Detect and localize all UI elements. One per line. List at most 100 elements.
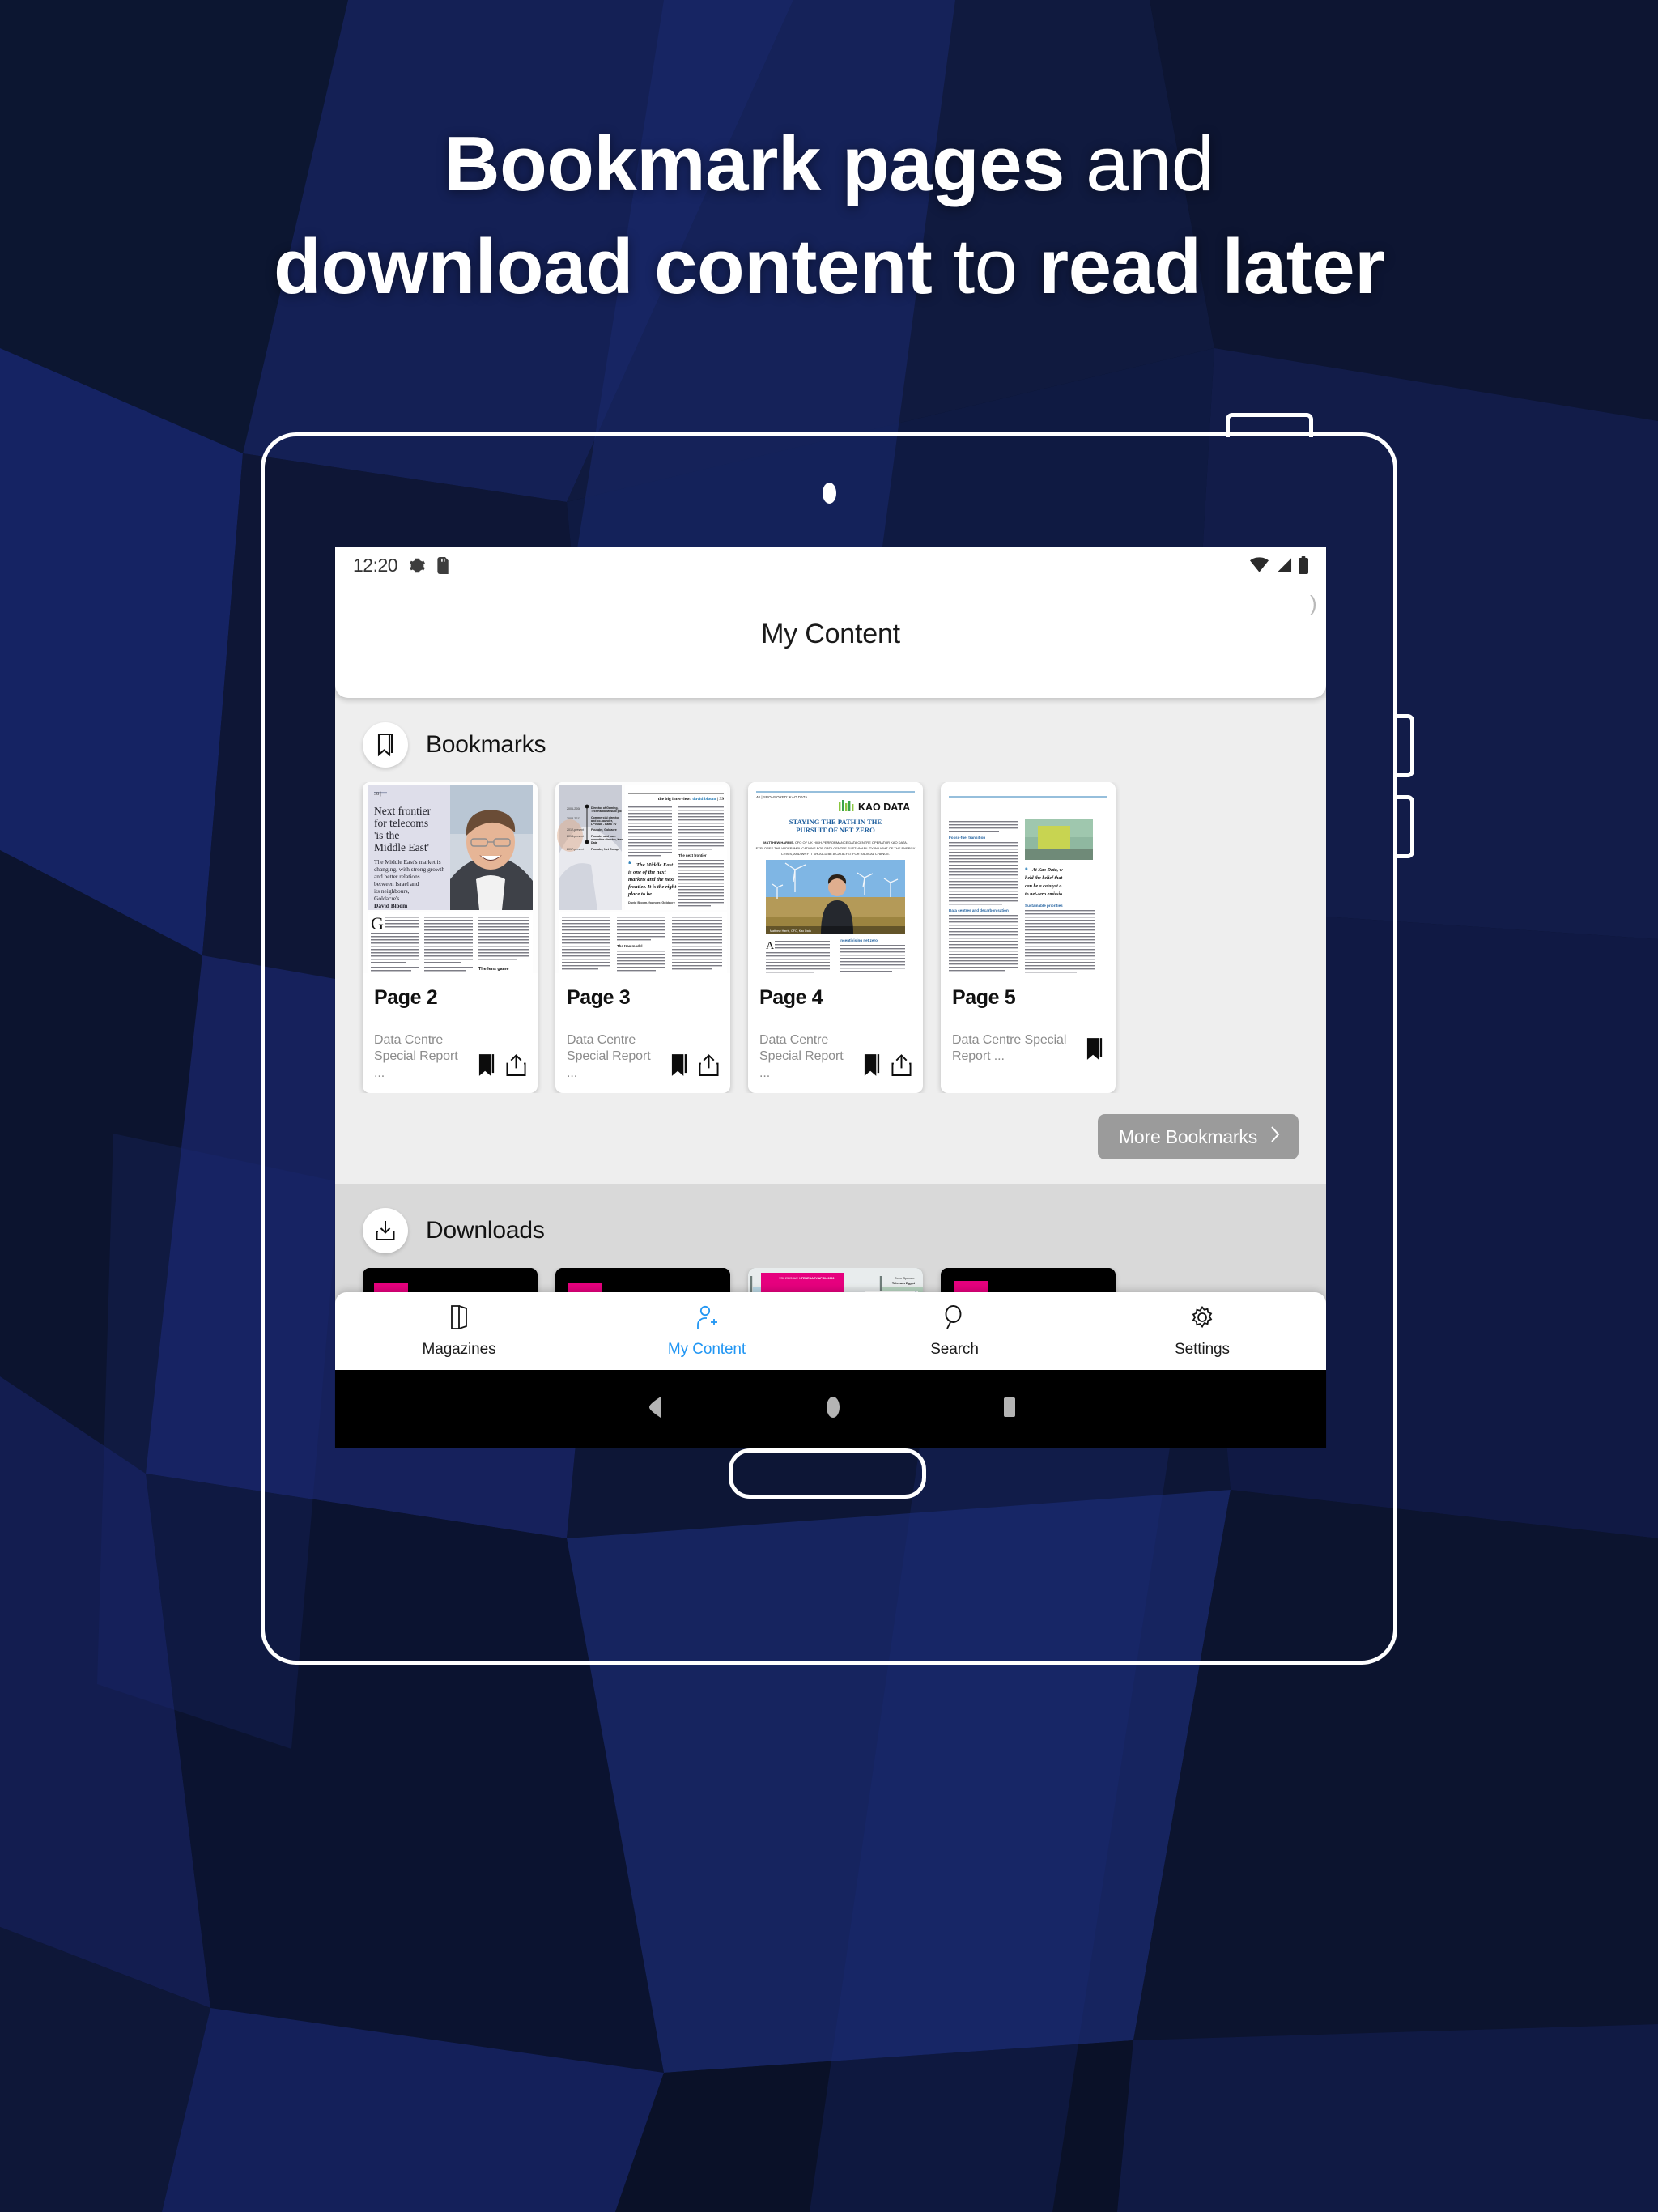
bookmark-page-preview: 38 | Next frontier for telecoms 'is the … <box>363 782 538 973</box>
svg-text:place to be: place to be <box>627 891 652 897</box>
svg-text:The next frontier: The next frontier <box>678 853 707 857</box>
book-icon <box>449 1304 470 1334</box>
svg-text:40 | SPONSORED: KAO DATA: 40 | SPONSORED: KAO DATA <box>756 795 808 799</box>
svg-text:At Kao Data, w: At Kao Data, w <box>1031 868 1064 873</box>
svg-text:2006-2008: 2006-2008 <box>567 807 580 810</box>
bookmark-card-meta: Page 3 Data Centre Special Report ... <box>555 973 730 1093</box>
svg-text:PURSUIT OF NET ZERO: PURSUIT OF NET ZERO <box>796 826 875 834</box>
bookmark-page-label: Page 2 <box>374 986 438 1009</box>
search-icon <box>942 1304 967 1334</box>
svg-text:David Bloom: David Bloom <box>374 902 408 909</box>
bookmark-source-title: Data Centre Special Report ... <box>952 1033 1067 1064</box>
headline-bold-2a: download content <box>274 223 933 310</box>
page-2-preview-image: 38 | Next frontier for telecoms 'is the … <box>363 782 538 973</box>
bookmark-page-label: Page 3 <box>567 986 631 1009</box>
tablet-volume-down-button[interactable] <box>1393 795 1414 858</box>
square-icon[interactable] <box>1002 1397 1017 1422</box>
bookmark-card[interactable]: 40 | SPONSORED: KAO DATA KAO DATA STAYIN… <box>748 782 923 1094</box>
svg-text:A: A <box>766 940 775 952</box>
status-bar: 12:20 <box>335 547 1326 583</box>
nav-label-search: Search <box>930 1340 979 1358</box>
more-bookmarks-label: More Bookmarks <box>1118 1125 1257 1147</box>
svg-text:Founder, Net Group: Founder, Net Group <box>591 848 619 851</box>
share-icon[interactable] <box>891 1054 912 1080</box>
bookmark-icon[interactable] <box>670 1054 689 1080</box>
svg-text:frontier. It is the right: frontier. It is the right <box>628 884 676 890</box>
status-time: 12:20 <box>353 554 398 576</box>
nav-item-my-content[interactable]: My Content <box>583 1292 831 1370</box>
gear-icon <box>1190 1304 1214 1334</box>
svg-text:2012-present: 2012-present <box>567 828 584 832</box>
svg-text:❝: ❝ <box>628 861 632 868</box>
bookmarks-title: Bookmarks <box>426 731 546 758</box>
svg-text:Data centres and decarbonisati: Data centres and decarbonisation <box>949 908 1009 912</box>
bookmark-page-preview: Fossil-fuel transition Data centres and … <box>941 782 1116 973</box>
tablet-home-button[interactable] <box>729 1448 926 1499</box>
headline-bold-2b: read later <box>1038 223 1385 310</box>
svg-text:The Middle East: The Middle East <box>636 862 673 868</box>
page-title: My Content <box>761 619 900 649</box>
triangle-left-icon[interactable] <box>644 1396 664 1422</box>
tablet-volume-up-button[interactable] <box>1393 714 1414 777</box>
nav-label-my-content: My Content <box>667 1340 746 1358</box>
share-icon[interactable] <box>699 1054 719 1080</box>
bookmark-page-preview: 40 | SPONSORED: KAO DATA KAO DATA STAYIN… <box>748 782 923 973</box>
svg-text:2017-present: 2017-present <box>567 848 584 851</box>
nav-item-search[interactable]: Search <box>831 1292 1078 1370</box>
svg-text:Cover Sponsor:: Cover Sponsor: <box>895 1277 915 1280</box>
svg-text:between Israel and: between Israel and <box>374 880 419 887</box>
bookmark-source-title: Data Centre Special Report ... <box>759 1033 844 1080</box>
front-camera-icon <box>823 483 836 504</box>
svg-text:38 |: 38 | <box>374 792 381 797</box>
svg-text:EXPLORES THE WIDER IMPLICATION: EXPLORES THE WIDER IMPLICATIONS FOR DATA… <box>756 846 916 850</box>
nav-label-magazines: Magazines <box>422 1340 496 1358</box>
appbar-edge-arc: ) <box>1310 591 1317 615</box>
svg-text:Fossil-fuel transition: Fossil-fuel transition <box>949 836 985 840</box>
android-navigation-bar <box>335 1370 1326 1448</box>
bookmarks-row[interactable]: 38 | Next frontier for telecoms 'is the … <box>335 782 1326 1094</box>
svg-text:VOL 23 ISSUE 1 FEBRUARY/APRIL: VOL 23 ISSUE 1 FEBRUARY/APRIL 2023 <box>779 1277 834 1280</box>
svg-text:TechRadio/Mitsubi plc: TechRadio/Mitsubi plc <box>591 810 622 813</box>
headline-line-2: download content to read later <box>0 216 1658 319</box>
page-3-preview-image: the big interview: david bloom | 39 2006… <box>555 782 730 973</box>
bookmark-card[interactable]: 38 | Next frontier for telecoms 'is the … <box>363 782 538 1094</box>
svg-text:The lens game: The lens game <box>478 967 508 972</box>
svg-text:KAO DATA: KAO DATA <box>858 802 910 813</box>
bookmark-page-label: Page 4 <box>759 986 823 1009</box>
nav-label-settings: Settings <box>1175 1340 1230 1358</box>
headline-mid-2: to <box>932 223 1039 310</box>
svg-text:Founder, Goldacre: Founder, Goldacre <box>591 828 617 832</box>
device-screen: 12:20 My Content) Bookmarks 38 | Next f… <box>335 547 1326 1448</box>
page-4-preview-image: 40 | SPONSORED: KAO DATA KAO DATA STAYIN… <box>748 782 923 973</box>
sd-card-icon <box>437 556 449 574</box>
nav-item-magazines[interactable]: Magazines <box>335 1292 583 1370</box>
nav-item-settings[interactable]: Settings <box>1078 1292 1326 1370</box>
more-bookmarks-button[interactable]: More Bookmarks <box>1097 1114 1299 1160</box>
more-bookmarks-row: More Bookmarks <box>335 1093 1326 1184</box>
bookmark-icon[interactable] <box>478 1054 496 1080</box>
share-icon[interactable] <box>506 1054 526 1080</box>
svg-text:The Middle East's market is: The Middle East's market is <box>374 858 441 866</box>
bookmarks-section-header: Bookmarks <box>335 698 1326 782</box>
bookmark-icon <box>363 722 408 768</box>
svg-text:LPValue - Bank TV: LPValue - Bank TV <box>591 823 617 826</box>
app-bar: 12:20 My Content) <box>335 547 1326 698</box>
bookmark-card-meta: Page 2 Data Centre Special Report ... <box>363 973 538 1093</box>
svg-text:Incentivising net zero: Incentivising net zero <box>840 938 878 942</box>
bookmark-card-meta: Page 4 Data Centre Special Report ... <box>748 973 923 1093</box>
svg-text:MATTHEW HARRIS, CFO OF UK HIGH: MATTHEW HARRIS, CFO OF UK HIGH-PERFORMAN… <box>763 840 908 844</box>
bookmark-card[interactable]: Fossil-fuel transition Data centres and … <box>941 782 1116 1094</box>
bookmark-icon[interactable] <box>1086 1038 1104 1064</box>
circle-icon[interactable] <box>824 1396 842 1423</box>
svg-text:David Bloom, founder, Goldacre: David Bloom, founder, Goldacre <box>628 901 675 904</box>
svg-text:The Kao model: The Kao model <box>617 944 642 948</box>
bookmark-icon[interactable] <box>863 1054 882 1080</box>
svg-text:changing, with strong growth: changing, with strong growth <box>374 866 444 873</box>
signal-icon <box>1277 558 1292 572</box>
svg-text:to net-zero emissio: to net-zero emissio <box>1025 892 1062 897</box>
svg-text:the big interview: david bloom: the big interview: david bloom | 39 <box>658 797 725 802</box>
svg-text:2008-2012: 2008-2012 <box>567 817 580 820</box>
bookmark-card[interactable]: the big interview: david bloom | 39 2006… <box>555 782 730 1094</box>
svg-text:Telecom Egypt: Telecom Egypt <box>892 1281 916 1285</box>
tablet-top-button[interactable] <box>1226 413 1313 437</box>
